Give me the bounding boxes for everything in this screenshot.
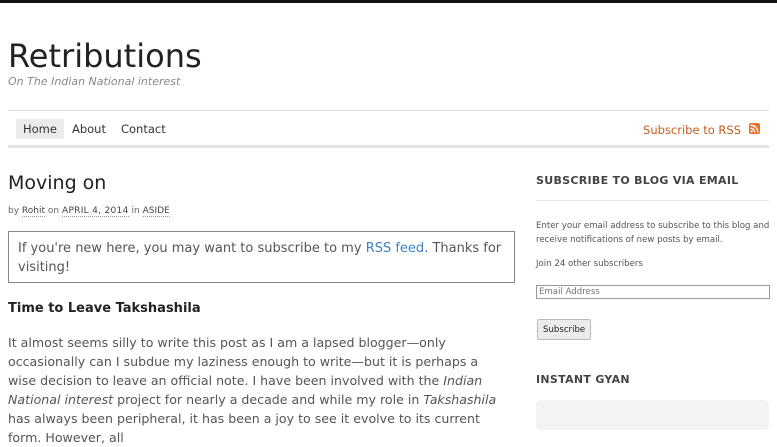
meta-on: on	[47, 206, 60, 216]
post-body: It almost seems silly to write this post…	[8, 333, 503, 447]
email-field[interactable]	[536, 285, 770, 299]
top-bar	[0, 0, 777, 3]
post-date-link[interactable]: APRIL 4, 2014	[61, 206, 129, 217]
nav-item-contact[interactable]: Contact	[114, 119, 173, 139]
nav-item-home[interactable]: Home	[16, 119, 64, 139]
site-title[interactable]: Retributions	[8, 36, 202, 76]
body-emphasis-2: Takshashila	[423, 392, 497, 407]
notice-text: If you're new here, you may want to subs…	[18, 239, 505, 277]
nav-item-about[interactable]: About	[65, 119, 113, 139]
subscribe-button[interactable]: Subscribe	[537, 319, 592, 340]
notice-before: If you're new here, you may want to subs…	[18, 241, 366, 256]
instant-gyan-box	[536, 400, 769, 430]
header-divider	[8, 110, 769, 111]
nav-divider	[8, 145, 769, 148]
meta-by: by	[8, 206, 20, 216]
main-nav: Home About Contact	[16, 119, 174, 139]
rss-icon[interactable]	[749, 123, 760, 134]
meta-in: in	[131, 206, 140, 216]
body-part-1: It almost seems silly to write this post…	[8, 335, 479, 388]
instant-gyan-heading: INSTANT GYAN	[536, 373, 630, 386]
email-widget-heading: SUBSCRIBE TO BLOG VIA EMAIL	[536, 174, 739, 187]
body-part-3: has always been peripheral, it has been …	[8, 411, 480, 445]
subscribe-notice: If you're new here, you may want to subs…	[8, 231, 515, 283]
body-part-2: project for nearly a decade and while my…	[113, 392, 424, 407]
email-widget-divider	[536, 200, 769, 201]
post-meta: by Rohit on APRIL 4, 2014 in ASIDE	[8, 206, 170, 217]
subscribe-rss-link[interactable]: Subscribe to RSS	[643, 123, 741, 137]
email-widget-description: Enter your email address to subscribe to…	[536, 221, 770, 245]
subscriber-count: Join 24 other subscribers	[536, 259, 643, 269]
category-link[interactable]: ASIDE	[142, 206, 170, 217]
post-title[interactable]: Moving on	[8, 172, 106, 194]
rss-feed-link[interactable]: RSS feed	[366, 241, 425, 256]
author-link[interactable]: Rohit	[21, 206, 46, 217]
section-heading: Time to Leave Takshashila	[8, 301, 201, 316]
site-tagline: On The Indian National interest	[8, 75, 181, 88]
